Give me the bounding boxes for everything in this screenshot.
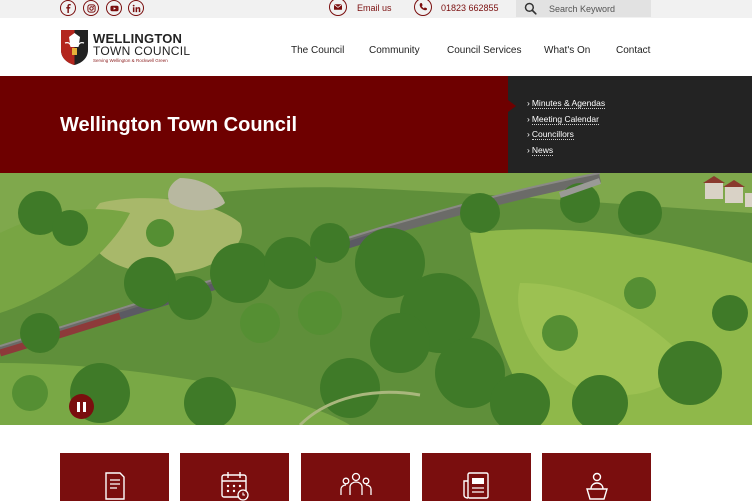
youtube-icon[interactable]: [106, 0, 122, 16]
document-icon: [104, 472, 125, 500]
pause-icon: [77, 401, 80, 412]
service-tile-meetings[interactable]: [542, 453, 651, 501]
page: Email us 01823 662855 WELLINGTON: [0, 0, 752, 501]
newspaper-icon: [462, 472, 489, 499]
service-tile-documents[interactable]: [60, 453, 169, 501]
nav-item-contact[interactable]: Contact: [616, 45, 650, 56]
linkedin-icon[interactable]: [128, 0, 144, 16]
quick-link-minutes-agendas[interactable]: › Minutes & Agendas: [527, 96, 606, 112]
quick-link-councillors[interactable]: › Councillors: [527, 127, 605, 143]
site-header: WELLINGTON TOWN COUNCIL Serving Wellingt…: [0, 18, 752, 76]
search-icon[interactable]: [524, 2, 537, 15]
nav-item-community[interactable]: Community: [369, 45, 420, 56]
quick-links-panel: › Minutes & Agendas › Meeting Calendar › Co…: [508, 76, 752, 173]
logo-line-1: WELLINGTON: [93, 30, 183, 46]
people-icon: [339, 472, 372, 495]
phone-icon: [414, 0, 432, 16]
panel-notch: [508, 100, 516, 112]
nav-item-whats-on[interactable]: What's On: [544, 45, 590, 56]
site-logo[interactable]: WELLINGTON TOWN COUNCIL Serving Wellingt…: [60, 29, 190, 66]
search-input[interactable]: [549, 3, 649, 14]
facebook-icon[interactable]: [60, 0, 76, 16]
town-crest-icon: [61, 30, 88, 65]
email-icon: [329, 0, 347, 16]
slideshow-pause-button[interactable]: [69, 394, 94, 419]
nav-item-council-services[interactable]: Council Services: [447, 45, 521, 56]
top-utility-bar: Email us 01823 662855: [0, 0, 752, 18]
service-tile-community[interactable]: [301, 453, 410, 501]
service-tile-calendar[interactable]: [180, 453, 289, 501]
nav-item-the-council[interactable]: The Council: [291, 45, 344, 56]
email-link[interactable]: Email us: [329, 0, 392, 16]
calendar-icon: [220, 472, 249, 501]
logo-tagline: Serving Wellington & Rockwell Green: [93, 57, 168, 63]
search-box: [516, 0, 651, 17]
email-label: Email us: [357, 3, 392, 13]
speaker-podium-icon: [585, 472, 608, 500]
title-banner: Wellington Town Council: [0, 76, 508, 173]
phone-number: 01823 662855: [441, 3, 499, 13]
phone-link[interactable]: 01823 662855: [414, 0, 499, 16]
quick-link-news[interactable]: › News: [527, 143, 605, 159]
logo-line-2: TOWN COUNCIL: [93, 43, 191, 58]
instagram-icon[interactable]: [83, 0, 99, 16]
hero-aerial-photo: [0, 173, 752, 425]
quick-link-meeting-calendar[interactable]: › Meeting Calendar: [527, 112, 605, 128]
page-title: Wellington Town Council: [60, 114, 298, 136]
service-tile-news[interactable]: [422, 453, 531, 501]
